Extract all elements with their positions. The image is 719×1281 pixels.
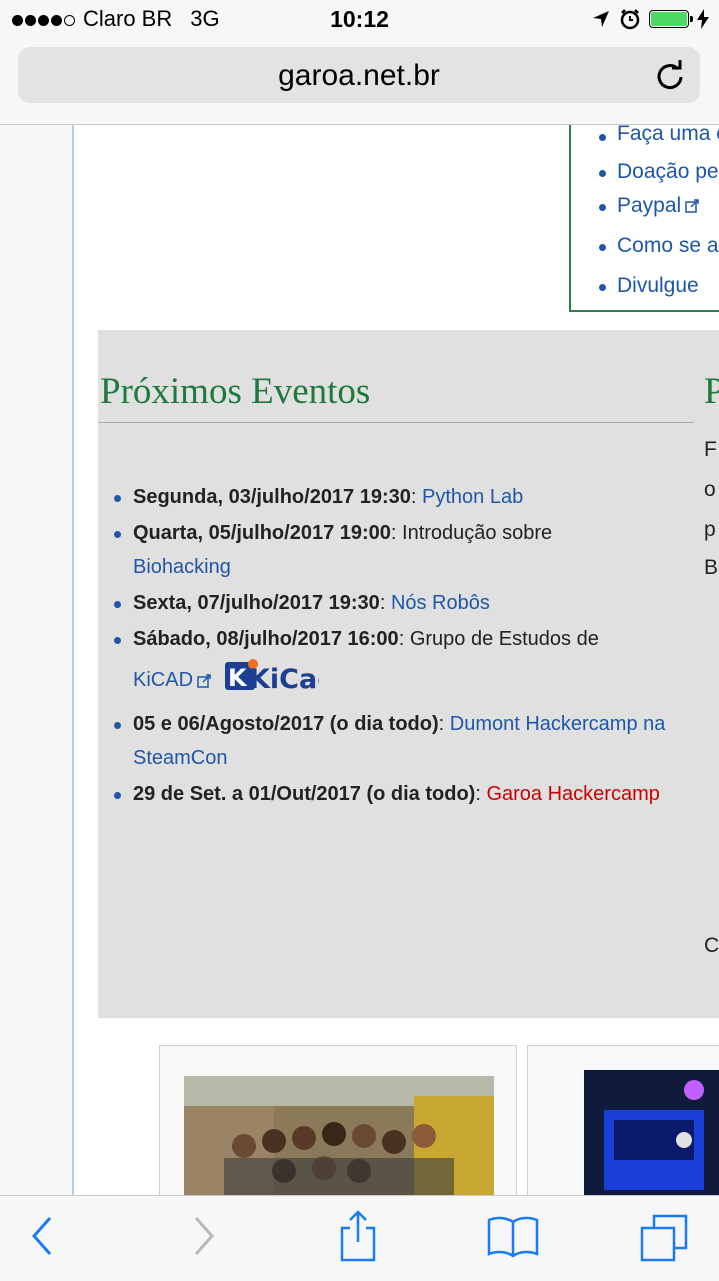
events-list: Segunda, 03/julho/2017 19:30: Python Lab… [112, 480, 692, 813]
event-item: Quarta, 05/julho/2017 19:00: Introdução … [112, 516, 692, 584]
event-item: 29 de Set. a 01/Out/2017 (o dia todo): G… [112, 777, 692, 811]
events-panel: Próximos Eventos Segunda, 03/julho/2017 … [98, 330, 719, 1018]
event-item: Segunda, 03/julho/2017 19:30: Python Lab [112, 480, 692, 514]
event-link[interactable]: Biohacking [133, 556, 231, 578]
right-column-heading: P [704, 371, 719, 412]
kicad-logo-text: KiCad [249, 664, 319, 694]
event-link[interactable]: Nós Robôs [391, 592, 490, 614]
group-photo-image[interactable] [184, 1076, 494, 1195]
donate-item[interactable]: Divulgue [595, 269, 719, 303]
donate-item[interactable]: Faça uma c [595, 125, 719, 149]
external-link-icon [197, 673, 211, 688]
donate-item[interactable]: Doação pe [595, 155, 719, 189]
charging-bolt-icon [697, 9, 709, 29]
right-column-panel: P F o p B C [704, 330, 719, 1018]
kicad-logo[interactable]: KKiCad [223, 656, 336, 705]
donate-box: Faça uma c Doação pe Paypal Como se a Di… [569, 125, 719, 312]
share-icon[interactable] [338, 1210, 378, 1262]
heading-divider [98, 422, 694, 423]
bookmarks-icon[interactable] [486, 1214, 540, 1258]
donate-item-continuation[interactable]: Paypal [595, 189, 719, 223]
url-text[interactable]: garoa.net.br [18, 59, 700, 93]
web-page: Faça uma c Doação pe Paypal Como se a Di… [0, 125, 719, 1195]
event-item: Sexta, 07/julho/2017 19:30: Nós Robôs [112, 586, 692, 620]
photo-thumbnail[interactable] [527, 1045, 719, 1195]
alarm-icon [620, 9, 640, 30]
external-link-icon [685, 199, 699, 214]
svg-text:K: K [228, 664, 248, 692]
donate-list: Faça uma c Doação pe Paypal Como se a Di… [595, 125, 719, 303]
photo-thumbnail[interactable] [159, 1045, 517, 1195]
event-link-missing[interactable]: Garoa Hackercamp [486, 783, 659, 805]
tabs-icon[interactable] [640, 1214, 690, 1264]
donate-item[interactable]: Como se a [595, 229, 719, 263]
event-link[interactable]: KiCAD [133, 669, 193, 691]
left-margin [0, 125, 74, 1195]
battery-icon [649, 10, 693, 28]
back-icon[interactable] [28, 1214, 56, 1258]
url-field[interactable]: garoa.net.br [18, 47, 700, 103]
reload-icon[interactable] [654, 59, 686, 91]
browser-toolbar [0, 1195, 719, 1281]
robot-photo-image[interactable] [584, 1070, 719, 1195]
event-link[interactable]: Python Lab [422, 486, 523, 508]
location-arrow-icon [593, 11, 609, 27]
status-icons [591, 8, 709, 30]
event-item: Sábado, 08/julho/2017 16:00: Grupo de Es… [112, 622, 692, 705]
browser-address-bar: garoa.net.br [0, 40, 719, 125]
status-bar: Claro BR 3G 10:12 [0, 0, 719, 40]
event-item: 05 e 06/Agosto/2017 (o dia todo): Dumont… [112, 707, 692, 775]
forward-icon[interactable] [190, 1214, 218, 1258]
events-heading: Próximos Eventos [100, 371, 371, 412]
